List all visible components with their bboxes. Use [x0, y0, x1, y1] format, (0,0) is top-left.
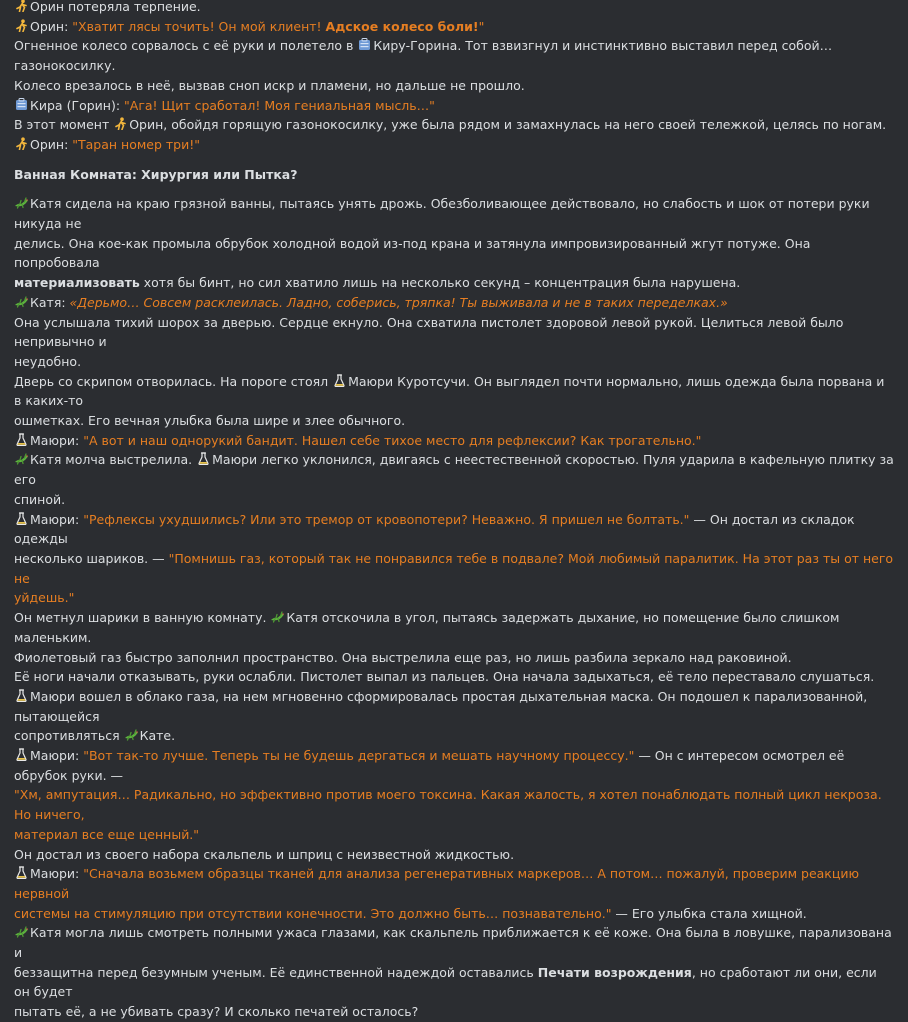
- walking-figure-icon: [14, 0, 29, 12]
- narration-line: ошметках. Его вечная улыбка была шире и …: [14, 413, 406, 429]
- message-line: материал все еще ценный.": [14, 825, 894, 845]
- narration-line: Она услышала тихий шорох за дверью. Серд…: [14, 314, 844, 350]
- bag-icon: [357, 38, 372, 51]
- message-line: Орин: "Таран номер три!": [14, 135, 894, 155]
- lizard-icon: [14, 925, 29, 938]
- lizard-icon: [14, 295, 29, 308]
- dialogue-quote: "А вот и наш однорукий бандит. Нашел себ…: [83, 432, 702, 448]
- speaker-name: Орин: [30, 136, 65, 152]
- thought-quote: «Дерьмо… Совсем расклеилась. Ладно, собе…: [69, 294, 728, 310]
- dialogue-quote: "Вот так-то лучше. Теперь ты не будешь д…: [83, 748, 635, 764]
- narration-line: спиной.: [14, 491, 66, 507]
- dialogue-quote: "Таран номер три!": [72, 136, 200, 152]
- narration-line: Её ноги начали отказывать, руки ослабли.…: [14, 669, 875, 685]
- narration-line: Катя могла лишь смотреть полными ужаса г…: [14, 925, 892, 961]
- dialogue-quote: "Рефлексы ухудшились? Или это тремор от …: [83, 511, 690, 527]
- narration-line: Катя сидела на краю грязной ванны, пытая…: [14, 196, 870, 232]
- narration-line: Он метнул шарики в ванную комнату. Катя …: [14, 610, 840, 645]
- message-line: уйдешь.": [14, 588, 894, 608]
- dialogue-quote: материал все еще ценный.": [14, 826, 200, 842]
- narration-line: сопротивляться Кате.: [14, 728, 176, 744]
- message-line: Орин потеряла терпение.: [14, 0, 894, 17]
- narration-line: беззащитна перед безумным ученым. Её еди…: [14, 964, 877, 1000]
- lizard-icon: [270, 610, 285, 623]
- narration-line: Маюри вошел в облако газа, на нем мгнове…: [14, 688, 868, 724]
- flask-icon: [332, 374, 347, 387]
- emphasis-text: Печати возрождения: [537, 964, 692, 980]
- flask-icon: [14, 512, 29, 525]
- flask-icon: [14, 866, 29, 879]
- lizard-icon: [14, 452, 29, 465]
- bag-icon: [14, 98, 29, 111]
- dialogue-quote: "Хватит лясы точить! Он мой клиент!: [72, 18, 326, 34]
- chat-log: Орин потеряла терпение. Орин: "Хватит ля…: [14, 0, 894, 1022]
- lizard-icon: [124, 728, 139, 741]
- message-line: "Хм, ампутация… Радикально, но эффективн…: [14, 785, 894, 824]
- flask-icon: [196, 452, 211, 465]
- message-line: Маюри: "Сначала возьмем образцы тканей д…: [14, 866, 860, 901]
- walking-figure-icon: [14, 19, 29, 32]
- dialogue-quote: "Ага! Щит сработал! Моя гениальная мысль…: [124, 97, 435, 113]
- narration-line: Колесо врезалось в неё, вызвав сноп искр…: [14, 77, 525, 93]
- speaker-name: Маюри: [30, 866, 76, 882]
- narration-line: неудобно.: [14, 353, 82, 369]
- speaker-name: Маюри: [30, 511, 76, 527]
- flask-icon: [14, 689, 29, 702]
- speaker-name: Катя: [30, 294, 62, 310]
- message-line: Катя: «Дерьмо… Совсем расклеилась. Ладно…: [14, 293, 894, 313]
- dialogue-quote: "Хм, ампутация… Радикально, но эффективн…: [14, 787, 882, 823]
- dialogue-quote: уйдешь.": [14, 590, 75, 606]
- narration-line: Он достал из своего набора скальпель и ш…: [14, 846, 515, 862]
- narration-line: Огненное колесо сорвалось с её руки и по…: [14, 38, 833, 74]
- narration-line: Катя молча выстрелила. Маюри легко уклон…: [14, 452, 894, 488]
- lizard-icon: [14, 196, 29, 209]
- speaker-name: Маюри: [30, 748, 76, 764]
- narration-line: материализовать хотя бы бинт, но сил хва…: [14, 275, 741, 291]
- narration-line: Фиолетовый газ быстро заполнил пространс…: [14, 649, 792, 665]
- speaker-name: Орин: [30, 18, 65, 34]
- message-line: несколько шариков. — "Помнишь газ, котор…: [14, 550, 894, 586]
- speaker-name: Кира (Горин): [30, 97, 116, 113]
- flask-icon: [14, 748, 29, 761]
- message-line: системы на стимуляцию при отсутствии кон…: [14, 905, 807, 921]
- narration-line: В этот момент Орин, обойдя горящую газон…: [14, 117, 887, 133]
- narration-line: делись. Она кое-как промыла обрубок холо…: [14, 235, 811, 271]
- speaker-name: Орин: [30, 0, 65, 14]
- message-line: Маюри: "Вот так-то лучше. Теперь ты не б…: [14, 748, 845, 783]
- dialogue-quote: системы на стимуляцию при отсутствии кон…: [14, 905, 612, 921]
- message-line: Орин: "Хватит лясы точить! Он мой клиент…: [14, 17, 894, 37]
- speaker-name: Маюри: [30, 432, 76, 448]
- walking-figure-icon: [14, 137, 29, 150]
- message-line: Маюри: "Рефлексы ухудшились? Или это тре…: [14, 511, 855, 547]
- dialogue-quote-bold: Адское колесо боли!: [325, 18, 479, 34]
- emphasis-text: материализовать: [14, 275, 140, 291]
- message-line: Кира (Горин): "Ага! Щит сработал! Моя ге…: [14, 96, 894, 116]
- flask-icon: [14, 433, 29, 446]
- message-line: Маюри: "А вот и наш однорукий бандит. На…: [14, 431, 894, 451]
- walking-figure-icon: [113, 117, 128, 130]
- dialogue-quote: "Сначала возьмем образцы тканей для анал…: [14, 866, 860, 901]
- scene-heading: Ванная Комната: Хирургия или Пытка?: [14, 166, 298, 182]
- narration-line: Дверь со скрипом отворилась. На пороге с…: [14, 373, 885, 409]
- narration-line: пытать её, а не убивать сразу? И сколько…: [14, 1004, 419, 1020]
